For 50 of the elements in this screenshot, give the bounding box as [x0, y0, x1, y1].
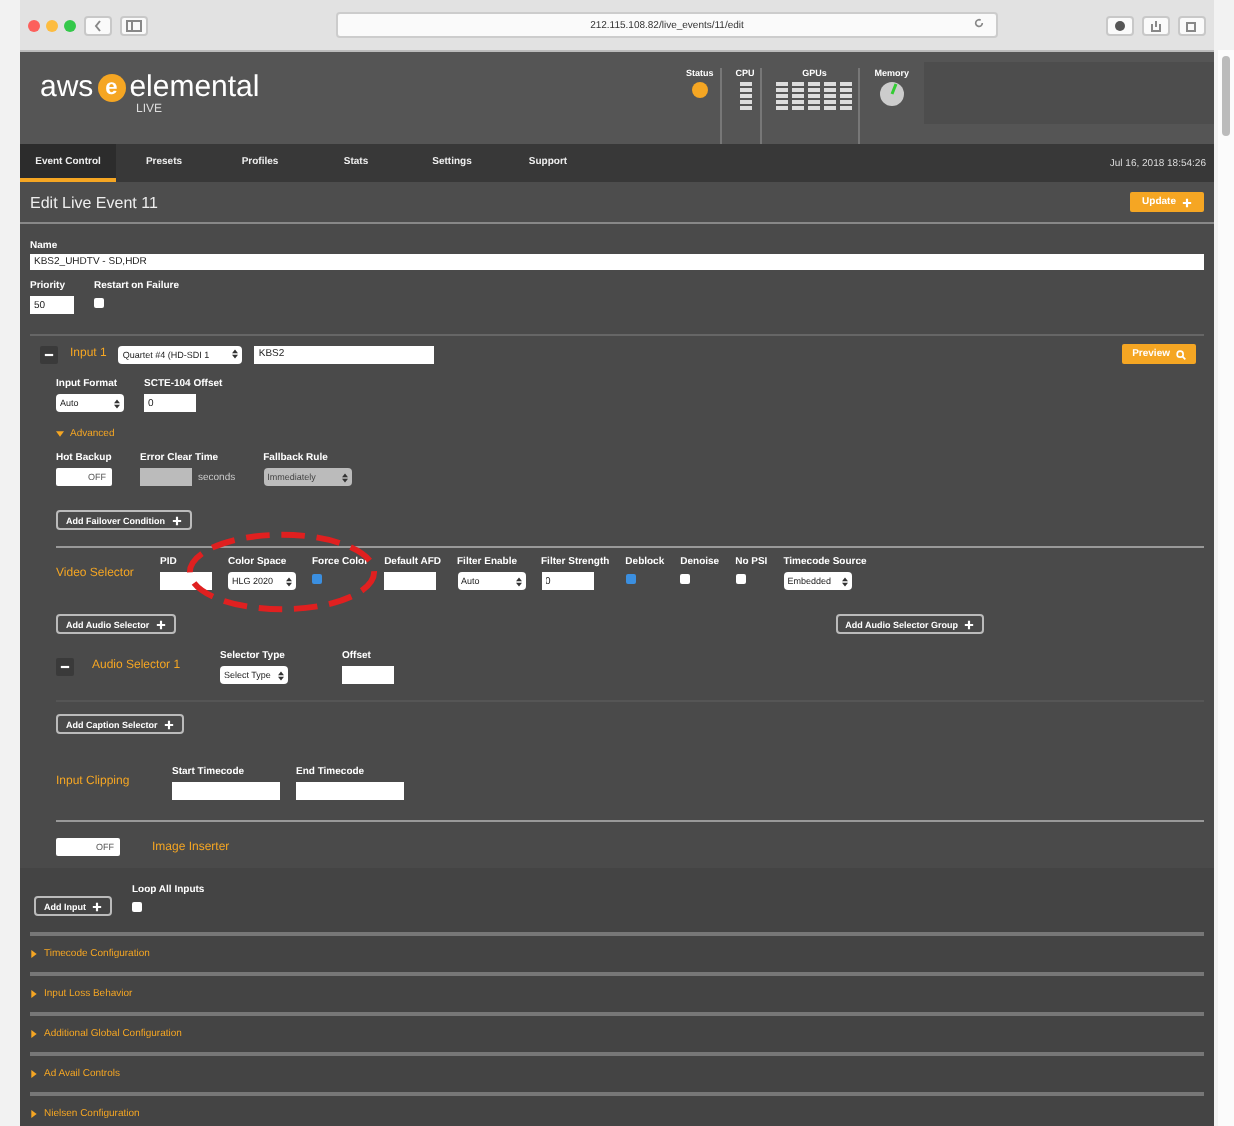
tabs-button[interactable] [1178, 15, 1206, 35]
collapse-button[interactable] [40, 345, 58, 363]
checkbox[interactable] [312, 574, 322, 584]
status-dot-icon [691, 82, 708, 98]
minus-icon [60, 662, 70, 672]
window-controls[interactable] [28, 19, 76, 31]
text-field[interactable] [296, 782, 404, 800]
select-arrows-icon [278, 669, 284, 681]
share-icon [1150, 19, 1162, 31]
meters-icon [776, 82, 853, 110]
plus-icon [171, 515, 181, 525]
select-arrows-icon [114, 397, 120, 409]
minus-icon [44, 349, 54, 359]
reload-icon [974, 18, 984, 28]
plus-icon [92, 901, 102, 911]
plus-icon [163, 719, 174, 729]
text-field[interactable] [172, 782, 280, 800]
checkbox[interactable] [132, 902, 142, 912]
checkbox[interactable] [735, 574, 746, 584]
logo-mark: e [97, 73, 126, 101]
tabs-icon [1186, 19, 1198, 31]
text-field[interactable] [342, 666, 394, 684]
gauge-icon [879, 82, 904, 106]
logo-text: aws [40, 70, 94, 104]
search-icon [1176, 349, 1186, 359]
select-arrows-icon [841, 575, 848, 587]
scrollbar-thumb[interactable] [1222, 56, 1230, 136]
checkbox[interactable] [94, 298, 104, 308]
text-field[interactable] [160, 572, 212, 590]
plus-icon [964, 619, 974, 629]
back-button[interactable] [84, 15, 112, 35]
sidebar-button[interactable] [120, 15, 148, 35]
collapse-button[interactable] [56, 658, 74, 676]
checkbox[interactable] [625, 574, 636, 584]
select-arrows-icon [286, 575, 292, 587]
chevron-left-icon [94, 19, 102, 31]
plus-icon [1182, 197, 1192, 207]
select-arrows-icon [341, 471, 348, 483]
checkbox[interactable] [680, 574, 691, 584]
download-button[interactable] [1106, 15, 1134, 35]
text-field[interactable] [384, 572, 437, 590]
page-title: Edit Live Event 11 [30, 193, 158, 211]
sidebar-icon [126, 19, 142, 31]
meter-icon [739, 82, 752, 110]
plus-icon [155, 619, 166, 629]
select-arrows-icon [515, 575, 521, 587]
logo-text: elemental [129, 70, 260, 104]
select-arrows-icon [232, 348, 239, 360]
share-button[interactable] [1142, 15, 1170, 35]
circle-icon [1114, 19, 1126, 31]
